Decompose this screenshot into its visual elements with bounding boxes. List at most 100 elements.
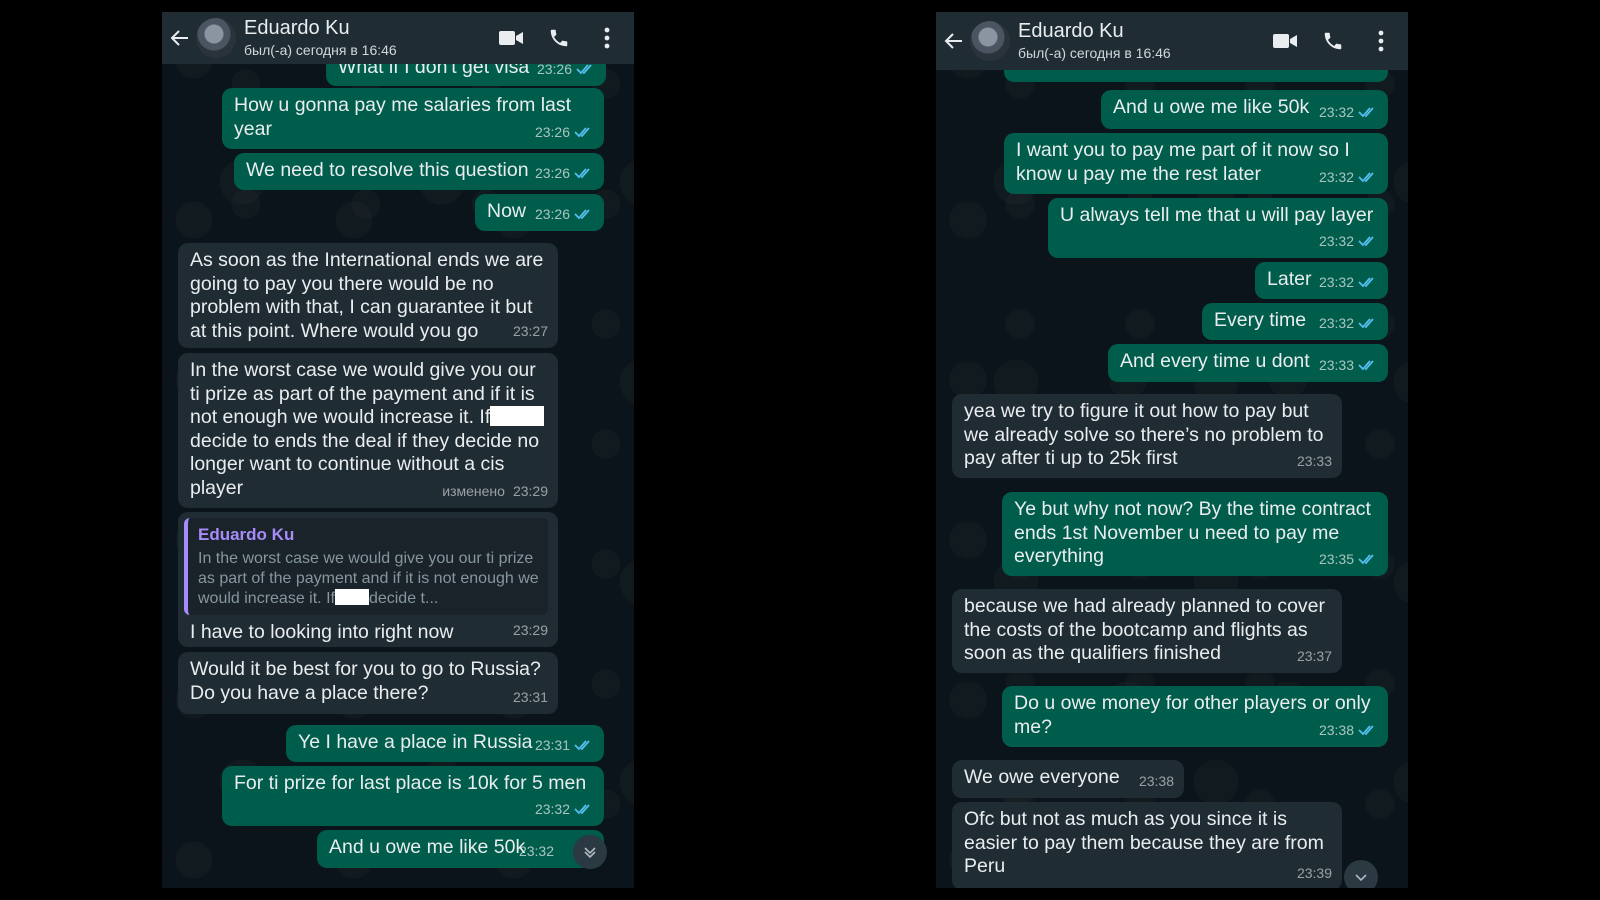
back-button[interactable] [170, 28, 190, 48]
chat-header: Eduardo Ku был(-а) сегодня в 16:46 [162, 12, 634, 64]
message-outgoing[interactable]: Ye but why not now? By the time contract… [1002, 492, 1388, 576]
message-text: U always tell me that u will pay layer [1060, 204, 1374, 226]
message-text-part: In the worst case we would give you our … [190, 359, 536, 428]
message-time: 23:27 [512, 322, 548, 339]
video-camera-icon [1273, 34, 1297, 48]
message-text: And u owe me like 50k [1113, 96, 1310, 118]
double-check-icon [574, 168, 590, 179]
message-time: 23:26 [534, 164, 570, 181]
message-time: 23:29 [512, 621, 548, 638]
message-text: And u owe me like 50k [329, 836, 526, 858]
double-check-icon [574, 740, 590, 751]
message-time: 23:32 [1318, 168, 1354, 185]
video-camera-icon [499, 31, 523, 45]
more-vertical-icon [1378, 30, 1384, 52]
message-time: 23:39 [1296, 864, 1332, 881]
scroll-down-button[interactable] [1344, 860, 1378, 888]
scroll-down-button[interactable] [573, 835, 607, 869]
message-time: 23:32 [1318, 103, 1354, 120]
message-time: 23:38 [1138, 772, 1174, 789]
double-check-icon [1358, 725, 1374, 736]
arrow-left-icon [944, 33, 962, 49]
quoted-message[interactable]: Eduardo Ku In the worst case we would gi… [184, 518, 548, 615]
edited-label: изменено [442, 482, 505, 499]
message-text: How u gonna pay me salaries from last ye… [234, 94, 572, 140]
message-time: 23:29 [512, 482, 548, 499]
double-check-icon [1358, 554, 1374, 565]
double-check-icon [1358, 277, 1374, 288]
contact-info[interactable]: Eduardo Ku был(-а) сегодня в 16:46 [1018, 20, 1272, 61]
voice-call-button[interactable] [1320, 28, 1346, 54]
message-incoming[interactable]: We owe everyone 23:38 [952, 760, 1184, 798]
double-check-icon [1358, 107, 1374, 118]
video-call-button[interactable] [498, 25, 524, 51]
message-time: 23:33 [1296, 452, 1332, 469]
menu-button[interactable] [594, 25, 620, 51]
chat-screen-right: 23:32 And u owe me like 50k 23:32 I want… [936, 12, 1408, 888]
message-time: 23:31 [512, 688, 548, 705]
message-text: For ti prize for last place is 10k for 5… [234, 772, 587, 794]
double-check-icon [1358, 318, 1374, 329]
arrow-left-icon [170, 30, 188, 46]
message-text: I have to looking into right now [190, 620, 454, 643]
chat-screen-left: What if I don't get visa 23:26 How u gon… [162, 12, 634, 888]
message-outgoing[interactable]: Do u owe money for other players or only… [1002, 686, 1388, 747]
message-time: 23:26 [534, 123, 570, 140]
last-seen-status: был(-а) сегодня в 16:46 [1018, 45, 1171, 62]
double-check-icon [574, 804, 590, 815]
double-check-icon [574, 127, 590, 138]
video-call-button[interactable] [1272, 28, 1298, 54]
message-time: 23:33 [1318, 356, 1354, 373]
message-text: Ye I have a place in Russia [298, 731, 533, 753]
message-outgoing[interactable]: Later 23:32 [1255, 262, 1388, 299]
message-incoming[interactable]: As soon as the International ends we are… [178, 243, 558, 348]
message-text: And every time u dont [1120, 350, 1310, 372]
redacted-block [334, 588, 369, 605]
message-incoming-reply[interactable]: Eduardo Ku In the worst case we would gi… [178, 512, 558, 647]
quote-author: Eduardo Ku [198, 525, 295, 544]
voice-call-button[interactable] [546, 25, 572, 51]
message-text: Ye but why not now? By the time contract… [1014, 498, 1371, 567]
message-text: We need to resolve this question [246, 159, 529, 181]
message-incoming[interactable]: In the worst case we would give you our … [178, 353, 558, 508]
message-incoming[interactable]: yea we try to figure it out how to pay b… [952, 394, 1342, 478]
message-outgoing[interactable]: And u owe me like 50k 23:32 [317, 830, 604, 868]
avatar[interactable] [196, 18, 236, 58]
contact-info[interactable]: Eduardo Ku был(-а) сегодня в 16:46 [244, 17, 498, 58]
message-time: 23:38 [1318, 721, 1354, 738]
avatar[interactable] [970, 21, 1010, 61]
back-button[interactable] [944, 31, 964, 51]
menu-button[interactable] [1368, 28, 1394, 54]
message-outgoing[interactable]: And u owe me like 50k 23:32 [1101, 90, 1388, 129]
message-text: Do u owe money for other players or only… [1014, 692, 1371, 738]
chevron-down-icon [584, 847, 596, 859]
message-text: because we had already planned to cover … [964, 595, 1325, 664]
message-incoming[interactable]: Would it be best for you to go to Russia… [178, 652, 558, 714]
chat-header: Eduardo Ku был(-а) сегодня в 16:46 [936, 12, 1408, 70]
double-check-icon [1358, 360, 1374, 371]
message-outgoing[interactable]: U always tell me that u will pay layer 2… [1048, 198, 1388, 258]
double-check-icon [1358, 236, 1374, 247]
contact-name: Eduardo Ku [1018, 20, 1124, 43]
message-time: 23:32 [1318, 273, 1354, 290]
message-text: Every time [1214, 309, 1307, 331]
message-outgoing[interactable]: How u gonna pay me salaries from last ye… [222, 88, 604, 149]
message-time: 23:35 [1318, 550, 1354, 567]
message-text: Later [1267, 268, 1312, 290]
message-outgoing[interactable]: And every time u dont 23:33 [1108, 344, 1388, 382]
quote-text: In the worst case we would give you our … [198, 549, 539, 607]
message-text: Now [487, 200, 527, 222]
redacted-block [490, 406, 545, 426]
message-outgoing[interactable]: Ye I have a place in Russia 23:31 [286, 725, 604, 762]
message-text: We owe everyone [964, 766, 1120, 788]
message-incoming[interactable]: Ofc but not as much as you since it is e… [952, 802, 1342, 888]
message-outgoing[interactable]: Every time 23:32 [1202, 303, 1388, 340]
message-time: 23:32 [534, 800, 570, 817]
message-outgoing[interactable]: For ti prize for last place is 10k for 5… [222, 766, 604, 826]
more-vertical-icon [604, 27, 610, 49]
message-outgoing[interactable]: We need to resolve this question 23:26 [234, 153, 604, 190]
message-incoming[interactable]: because we had already planned to cover … [952, 589, 1342, 673]
message-outgoing[interactable]: Now 23:26 [475, 194, 604, 231]
message-outgoing[interactable]: I want you to pay me part of it now so I… [1004, 133, 1388, 194]
contact-name: Eduardo Ku [244, 17, 350, 40]
